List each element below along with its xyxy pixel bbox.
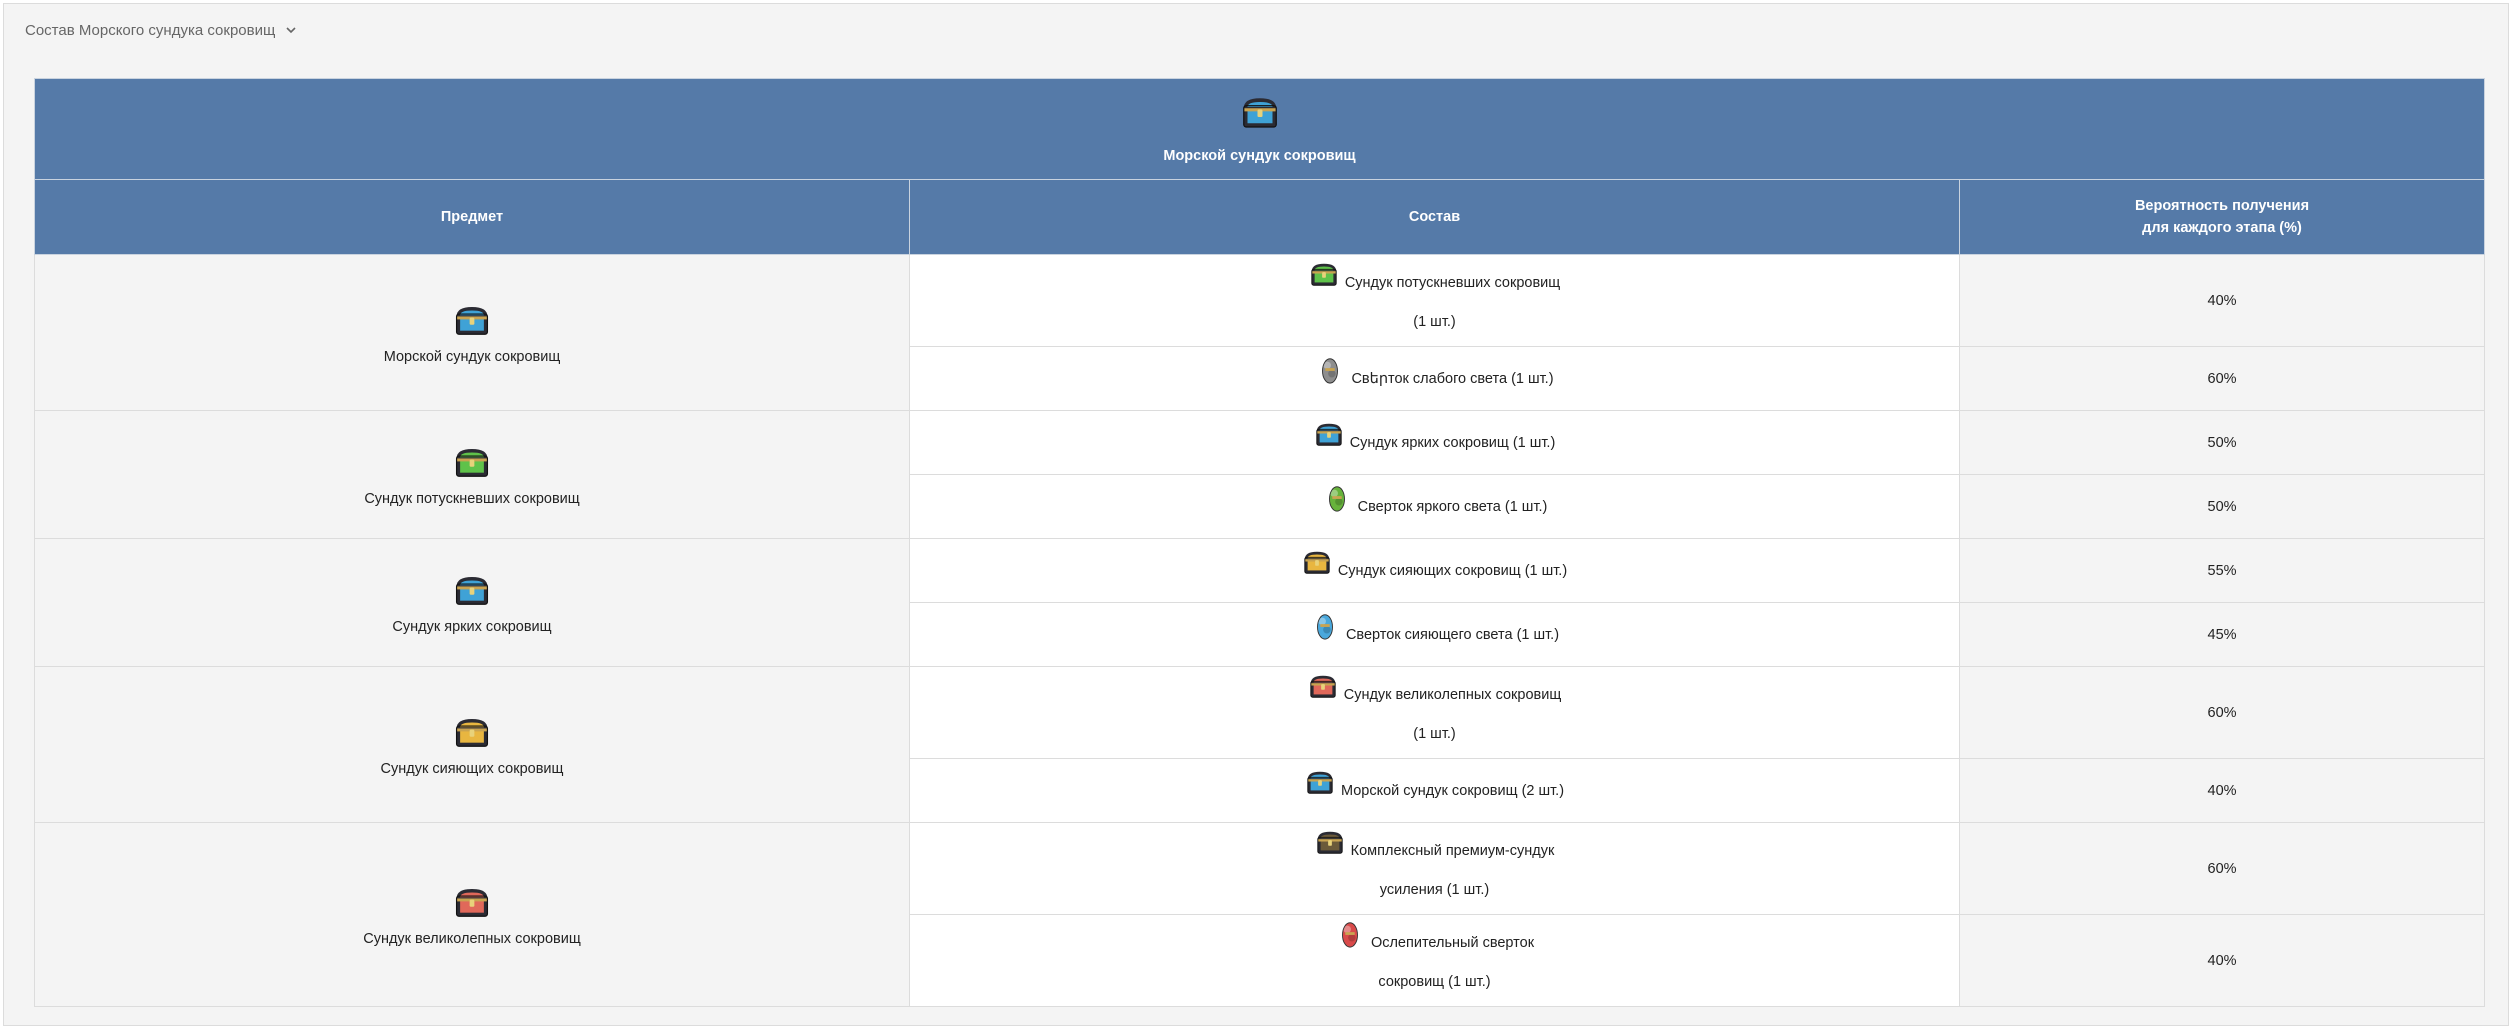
probability-cell: 60% [1958,822,2486,915]
gold-chest-icon [1302,547,1332,591]
blue-chest-icon [1314,419,1344,463]
probability-value: 40% [2207,952,2237,969]
composition-cell: Сундук потускневших сокровищ (1 шт.) [909,254,1960,347]
item-name: Сундук ярких сокровищ [392,618,552,635]
probability-header-line2: для каждого этапа (%) [2142,220,2302,236]
item-cell: Морской сундук сокровищ [34,254,910,411]
composition-text: Сверток яркого света (1 шт.) [1357,498,1548,515]
red-chest-icon [35,883,909,925]
column-header-composition: Состав [909,179,1960,255]
green-chest-icon [35,443,909,485]
composition-cell: Сундук ярких сокровищ (1 шт.) [909,410,1960,475]
composition-text: Свերток слабого света (1 шт.) [1351,370,1554,387]
gold-chest-icon [35,713,909,755]
composition-toggle[interactable]: Состав Морского сундука сокровищ [25,20,297,40]
item-name: Сундук сияющих сокровищ [380,760,564,777]
gray-scroll-icon [1315,355,1345,399]
item-cell: Сундук ярких сокровищ [34,538,910,667]
green-scroll-icon [1322,483,1352,527]
probability-value: 45% [2207,626,2237,643]
composition-text: Сундук потускневших сокровищ [1344,274,1561,291]
probability-value: 60% [2207,704,2237,721]
composition-table: Морской сундук сокровищ Предмет Состав В… [33,78,2486,1007]
blue-chest-icon [35,571,909,613]
composition-text: Комплексный премиум-сундук [1350,842,1555,859]
composition-text: Ослепительный сверток [1370,934,1535,951]
composition-toggle-label: Состав Морского сундука сокровищ [25,21,276,39]
composition-text-line2: усиления (1 шт.) [1379,882,1490,898]
composition-cell: Комплексный премиум-сундук усиления (1 шт… [909,822,1960,915]
probability-cell: 50% [1958,474,2486,539]
blue-chest-icon [35,92,2484,139]
table-row: Сундук потускневших сокровищ Сундук ярки… [34,410,2486,539]
table-row: Морской сундук сокровищ Сундук потускнев… [34,254,2486,411]
composition-text-line2: (1 шт.) [1413,726,1456,742]
probability-cell: 40% [1958,758,2486,823]
item-cell: Сундук потускневших сокровищ [34,410,910,539]
column-header-item: Предмет [34,179,910,255]
composition-text-line2: сокровищ (1 шт.) [1378,974,1491,990]
item-cell: Сундук сияющих сокровищ [34,666,910,823]
composition-text-line2: (1 шт.) [1413,314,1456,330]
dark-chest-icon [1315,827,1345,871]
composition-text: Морской сундук сокровищ (2 шт.) [1340,782,1565,799]
item-name: Морской сундук сокровищ [383,348,561,365]
probability-value: 50% [2207,434,2237,451]
composition-cell: Ослепительный сверток сокровищ (1 шт.) [909,914,1960,1007]
probability-cell: 55% [1958,538,2486,603]
chevron-down-icon [286,27,296,34]
item-cell: Сундук великолепных сокровищ [34,822,910,1007]
probability-header-line1: Вероятность получения [2134,198,2310,214]
composition-text: Сундук ярких сокровищ (1 шт.) [1349,434,1556,451]
composition-text: Сундук сияющих сокровищ (1 шт.) [1337,562,1568,579]
probability-value: 60% [2207,860,2237,877]
probability-cell: 45% [1958,602,2486,667]
probability-cell: 60% [1958,666,2486,759]
table-title: Морской сундук сокровищ [1163,147,1356,164]
table-body: Морской сундук сокровищ Сундук потускнев… [34,254,2486,1007]
green-chest-icon [1309,259,1339,303]
probability-value: 50% [2207,498,2237,515]
table-title-cell: Морской сундук сокровищ [33,78,2486,180]
red-chest-icon [1308,671,1338,715]
probability-value: 40% [2207,782,2237,799]
probability-value: 40% [2207,292,2237,309]
blue-scroll-icon [1310,611,1340,655]
probability-value: 55% [2207,562,2237,579]
table-row: Сундук ярких сокровищ Сундук сияющих сок… [34,538,2486,667]
table-row: Сундук великолепных сокровищ Комплексный… [34,822,2486,1007]
composition-cell: Сундук сияющих сокровищ (1 шт.) [909,538,1960,603]
column-header-probability: Вероятность получения для каждого этапа … [1958,179,2486,255]
table-row: Сундук сияющих сокровищ Сундук великолеп… [34,666,2486,823]
probability-cell: 40% [1958,254,2486,347]
probability-value: 60% [2207,370,2237,387]
blue-chest-icon [35,301,909,343]
composition-text: Сундук великолепных сокровищ [1343,686,1562,703]
composition-cell: Свերток слабого света (1 шт.) [909,346,1960,411]
red-scroll-icon [1335,919,1365,963]
composition-cell: Сундук великолепных сокровищ (1 шт.) [909,666,1960,759]
composition-cell: Морской сундук сокровищ (2 шт.) [909,758,1960,823]
item-name: Сундук потускневших сокровищ [364,490,580,507]
probability-cell: 40% [1958,914,2486,1007]
composition-panel: Состав Морского сундука сокровищ Морской… [3,3,2509,1026]
probability-cell: 60% [1958,346,2486,411]
composition-text: Сверток сияющего света (1 шт.) [1345,626,1560,643]
composition-cell: Сверток сияющего света (1 шт.) [909,602,1960,667]
probability-cell: 50% [1958,410,2486,475]
composition-cell: Сверток яркого света (1 шт.) [909,474,1960,539]
blue-chest-icon [1305,767,1335,811]
item-name: Сундук великолепных сокровищ [363,930,581,947]
